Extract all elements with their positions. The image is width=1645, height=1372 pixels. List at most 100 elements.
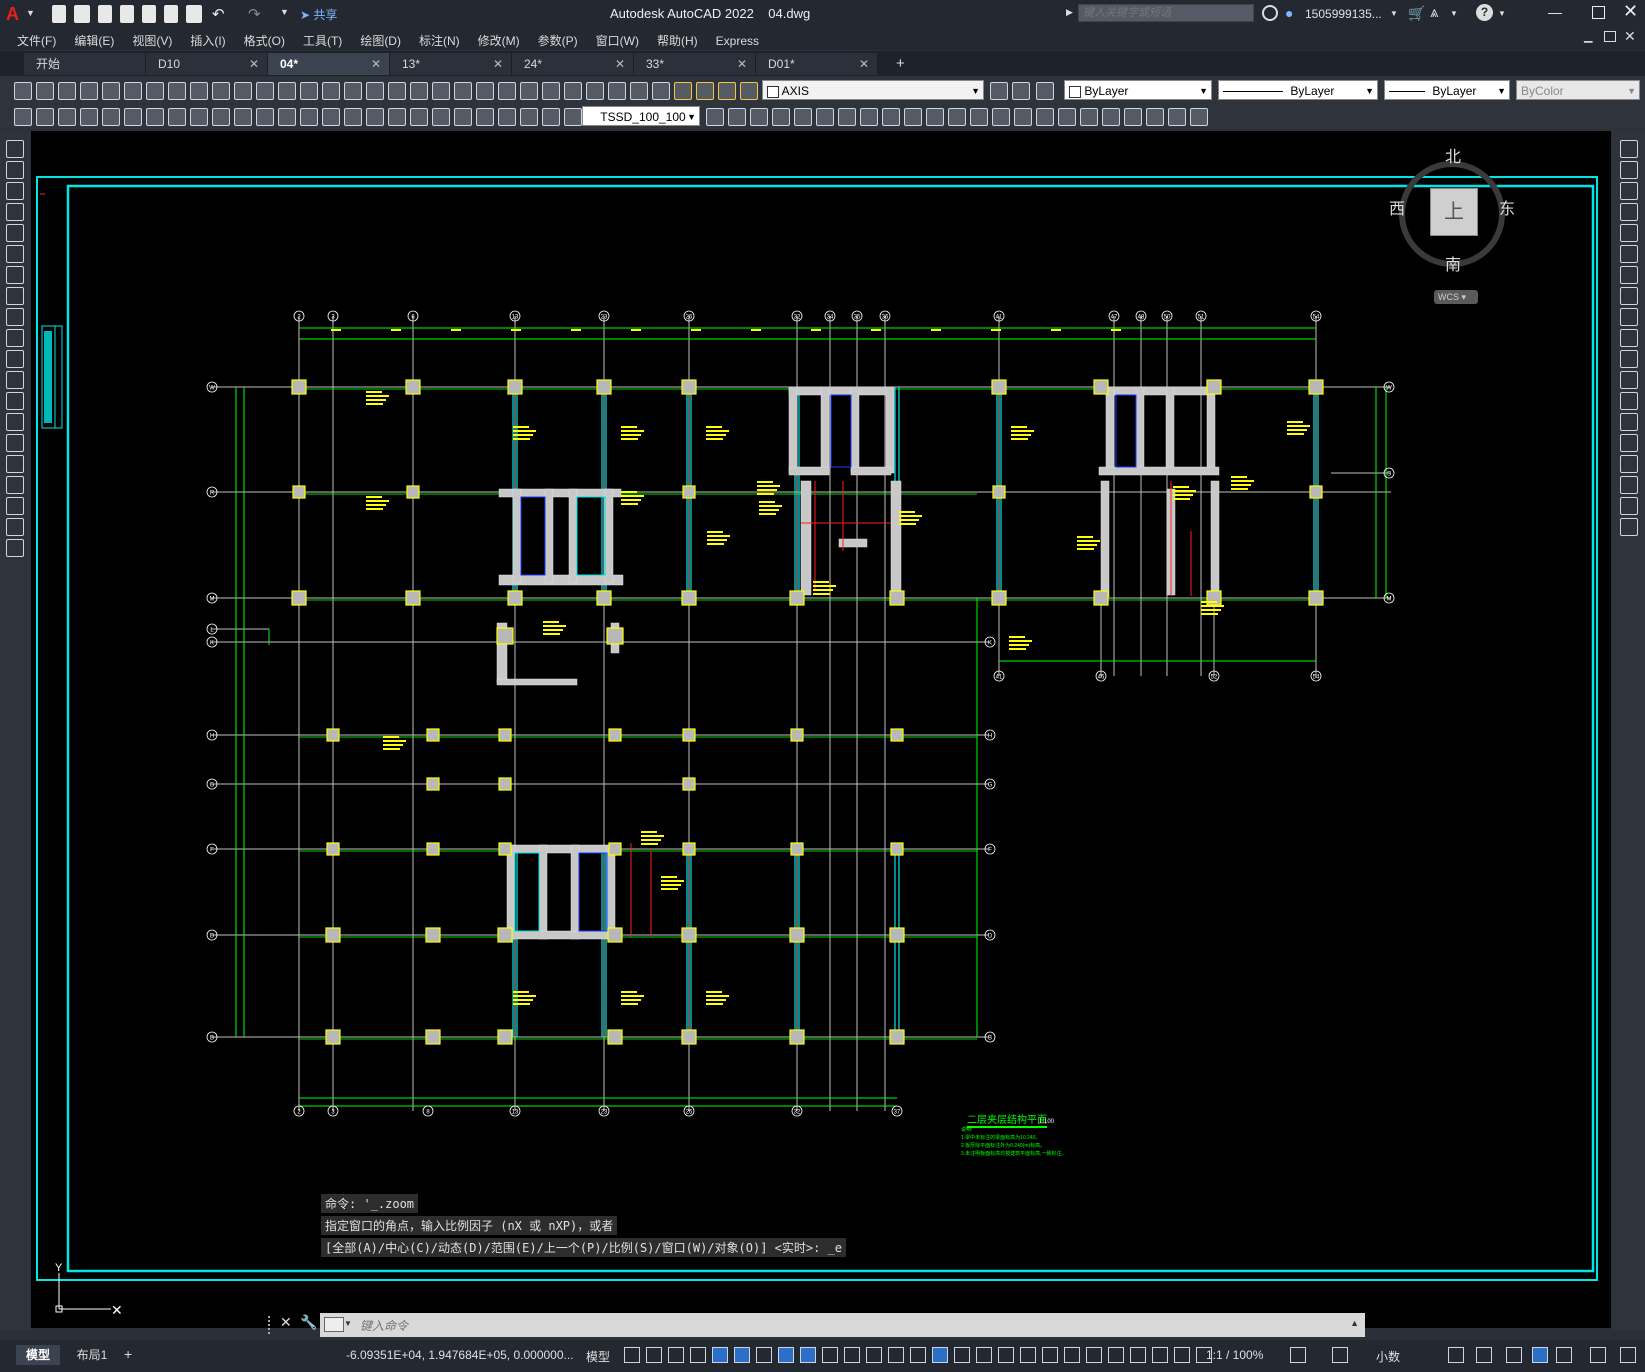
grid-icon[interactable] bbox=[624, 1347, 640, 1363]
gradient-icon[interactable] bbox=[6, 455, 24, 473]
preview-icon[interactable] bbox=[586, 82, 604, 100]
tab-close-icon[interactable]: ✕ bbox=[249, 53, 259, 75]
dynamic-input-icon[interactable] bbox=[690, 1347, 706, 1363]
menu-item[interactable]: Express bbox=[707, 30, 768, 52]
add-selected-icon[interactable] bbox=[6, 539, 24, 557]
text-icon[interactable] bbox=[926, 108, 944, 126]
mtext-icon[interactable] bbox=[948, 108, 966, 126]
publish-icon[interactable] bbox=[142, 5, 156, 23]
region-icon[interactable] bbox=[6, 476, 24, 494]
undo-icon[interactable] bbox=[234, 82, 252, 100]
polar-icon[interactable] bbox=[1152, 1347, 1168, 1363]
a360-menu-arrow-icon[interactable]: ▼ bbox=[1450, 9, 1458, 18]
search-input[interactable] bbox=[1078, 4, 1254, 22]
redo-icon[interactable] bbox=[256, 82, 274, 100]
scale-icon[interactable] bbox=[1620, 287, 1638, 305]
lineweight-icon[interactable] bbox=[822, 1347, 838, 1363]
viewcube-east-label[interactable]: 东 bbox=[1499, 195, 1515, 219]
user-menu-arrow-icon[interactable]: ▼ bbox=[1390, 9, 1398, 18]
explode-icon[interactable] bbox=[1620, 476, 1638, 494]
array-icon[interactable] bbox=[1620, 224, 1638, 242]
layout-tab-model[interactable]: 模型 bbox=[16, 1345, 60, 1365]
linetype-dropdown[interactable]: ByLayer ▼ bbox=[1218, 80, 1378, 100]
viewcube-top-face[interactable]: 上 bbox=[1430, 188, 1478, 236]
text-icon[interactable] bbox=[1190, 108, 1208, 126]
trim-icon[interactable] bbox=[1620, 329, 1638, 347]
app-menu-arrow-icon[interactable]: ▼ bbox=[26, 8, 35, 18]
coordinate-readout[interactable]: -6.09351E+04, 1.947684E+05, 0.000000... bbox=[346, 1348, 574, 1362]
publish-icon[interactable] bbox=[124, 82, 142, 100]
dimstyle-dropdown[interactable]: TSSD_100_100 ▼ bbox=[582, 106, 700, 126]
undo-icon[interactable]: ↶ bbox=[212, 5, 225, 23]
layer-freeze-icon[interactable] bbox=[718, 82, 736, 100]
tolerance-icon[interactable] bbox=[212, 108, 230, 126]
arc-length-icon[interactable] bbox=[388, 108, 406, 126]
cart-icon[interactable]: 🛒 bbox=[1408, 5, 1425, 22]
file-tab[interactable]: D10 ✕ bbox=[146, 53, 268, 75]
tab-close-icon[interactable]: ✕ bbox=[737, 53, 747, 75]
new-icon[interactable] bbox=[14, 82, 32, 100]
annotation-monitor-icon[interactable] bbox=[1332, 1347, 1348, 1363]
layer-dropdown[interactable]: AXIS ▼ bbox=[762, 80, 984, 100]
publish-icon[interactable] bbox=[608, 82, 626, 100]
file-tab[interactable]: 开始 bbox=[24, 53, 146, 75]
dim-edit-icon[interactable] bbox=[300, 108, 318, 126]
arc-icon[interactable] bbox=[6, 245, 24, 263]
calc-icon[interactable] bbox=[454, 82, 472, 100]
open-icon[interactable] bbox=[520, 82, 538, 100]
selection-filter-icon[interactable] bbox=[932, 1347, 948, 1363]
object-snap-tracking-icon[interactable] bbox=[778, 1347, 794, 1363]
model-space-toggle[interactable]: 模型 bbox=[586, 1348, 610, 1365]
command-close-icon[interactable]: ✕ bbox=[280, 1314, 292, 1331]
tolerance-icon[interactable] bbox=[542, 108, 560, 126]
center-mark-icon[interactable] bbox=[564, 108, 582, 126]
plotstyle-dropdown[interactable]: ByColor ▼ bbox=[1516, 80, 1640, 100]
aligned-dim-icon[interactable] bbox=[366, 108, 384, 126]
design-center-icon[interactable] bbox=[366, 82, 384, 100]
plot-icon[interactable] bbox=[80, 82, 98, 100]
hatch-icon[interactable] bbox=[838, 108, 856, 126]
layer-on-icon[interactable] bbox=[696, 82, 714, 100]
layer-lock-icon[interactable] bbox=[740, 82, 758, 100]
zoom-icon[interactable] bbox=[300, 82, 318, 100]
isodraft-icon[interactable] bbox=[756, 1347, 772, 1363]
tab-close-icon[interactable]: ✕ bbox=[859, 53, 869, 75]
table-icon[interactable] bbox=[6, 497, 24, 515]
jogged-icon[interactable] bbox=[278, 108, 296, 126]
erase-icon[interactable] bbox=[1620, 518, 1638, 536]
menu-item[interactable]: 帮助(H) bbox=[648, 28, 707, 53]
cad-drawing[interactable]: 2 3 6 13 23 26 32 34 35 36 41 47 48 50 51 542 3 8 13 23 26 32… bbox=[31, 131, 1611, 1328]
break-icon[interactable] bbox=[1620, 371, 1638, 389]
center-mark-icon[interactable] bbox=[234, 108, 252, 126]
block-icon[interactable] bbox=[794, 108, 812, 126]
layer-previous-icon[interactable] bbox=[990, 82, 1008, 100]
copy-icon[interactable] bbox=[1620, 161, 1638, 179]
inspect-icon[interactable] bbox=[256, 108, 274, 126]
continue-icon[interactable] bbox=[190, 108, 208, 126]
user-icon[interactable]: ● bbox=[1285, 5, 1299, 21]
minimize-button[interactable]: — bbox=[1548, 4, 1562, 20]
ordinate-icon[interactable] bbox=[80, 108, 98, 126]
object-snap-icon[interactable] bbox=[750, 108, 768, 126]
selection-cycling-icon[interactable] bbox=[866, 1347, 882, 1363]
isolate-objects-icon[interactable] bbox=[1506, 1347, 1522, 1363]
export-icon[interactable] bbox=[164, 5, 178, 23]
mirror-icon[interactable] bbox=[1620, 182, 1638, 200]
baseline-icon[interactable] bbox=[168, 108, 186, 126]
annotation-scale[interactable]: 1:1 / 100% bbox=[1206, 1348, 1263, 1362]
offset-icon[interactable] bbox=[1620, 203, 1638, 221]
graphics-performance-icon[interactable] bbox=[1532, 1347, 1548, 1363]
angular-dim-icon[interactable] bbox=[476, 108, 494, 126]
autodesk-a360-icon[interactable]: ⩓ bbox=[1430, 4, 1438, 21]
ortho-icon[interactable] bbox=[1036, 108, 1054, 126]
chamfer-icon[interactable] bbox=[1620, 413, 1638, 431]
menu-item[interactable]: 文件(F) bbox=[8, 28, 65, 53]
layer-properties-icon[interactable] bbox=[674, 82, 692, 100]
dynamic-ucs-icon[interactable] bbox=[910, 1347, 926, 1363]
cut-icon[interactable] bbox=[630, 82, 648, 100]
file-tab[interactable]: 13* ✕ bbox=[390, 53, 512, 75]
ellipse-arc-icon[interactable] bbox=[6, 350, 24, 368]
linear-dim-icon[interactable] bbox=[14, 108, 32, 126]
menu-item[interactable]: 参数(P) bbox=[529, 28, 587, 53]
match-prop-icon[interactable] bbox=[212, 82, 230, 100]
